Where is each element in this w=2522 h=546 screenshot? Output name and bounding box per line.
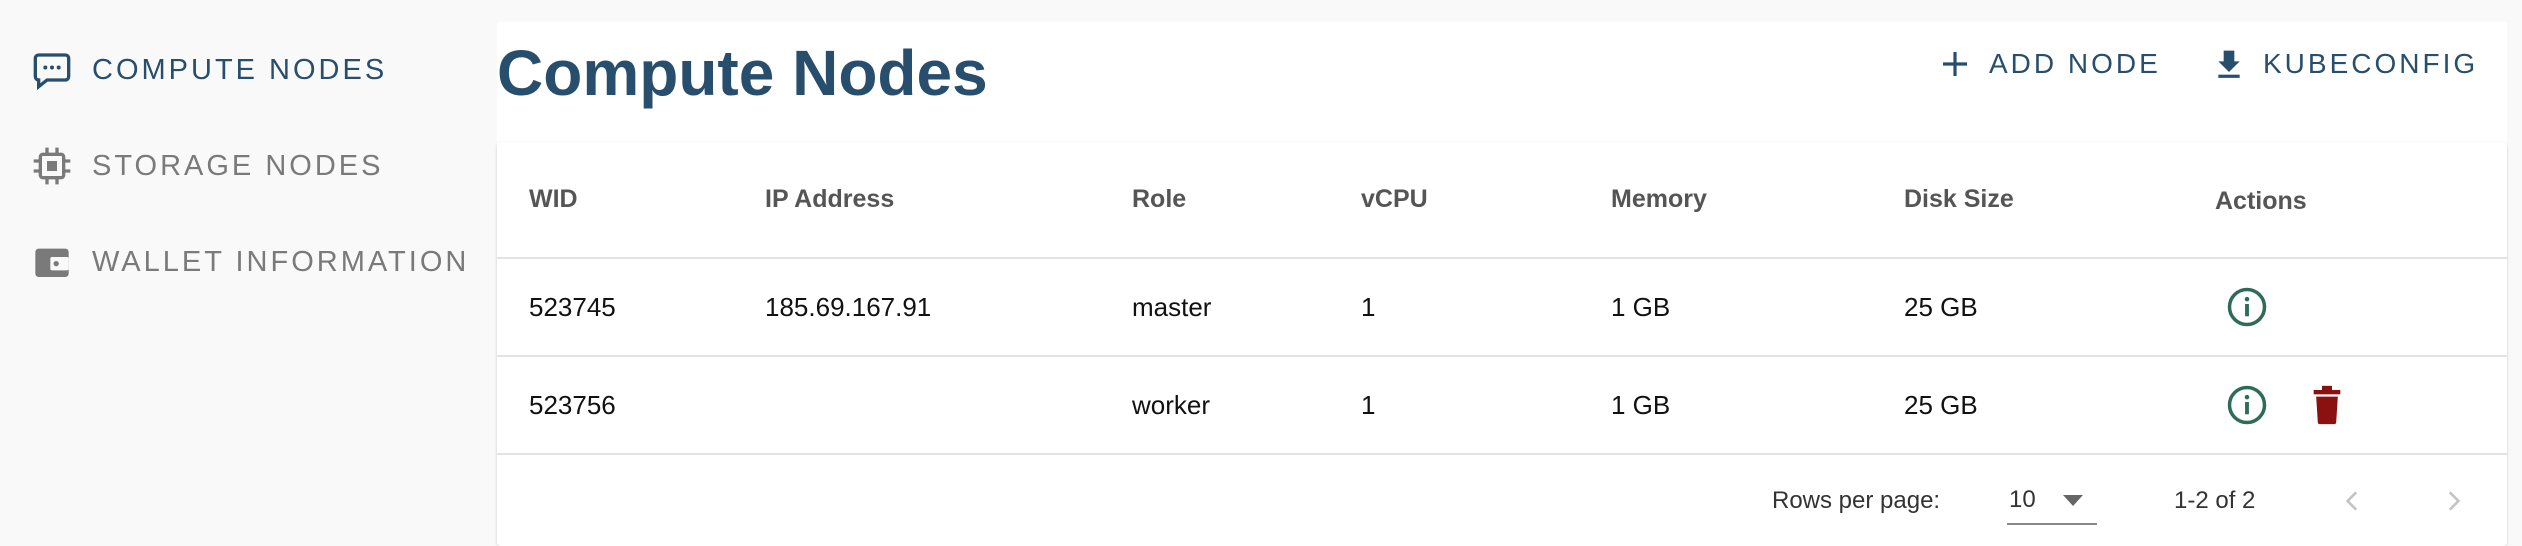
info-icon [2227, 287, 2267, 327]
rows-per-page-label: Rows per page: [1772, 486, 1941, 514]
chat-dots-icon [30, 48, 74, 92]
cell-role: worker [1132, 389, 1211, 420]
previous-page-button[interactable] [2329, 477, 2377, 525]
sidebar-item-storage-nodes[interactable]: STORAGE NODES [30, 136, 383, 196]
plus-icon [1935, 44, 1975, 84]
column-header-disk-size[interactable]: Disk Size [1904, 142, 2014, 257]
pagination: Rows per page: 10 1-2 of 2 [497, 455, 2507, 546]
sidebar-item-wallet-information[interactable]: WALLET INFORMATION [30, 232, 469, 292]
cell-role: master [1132, 291, 1212, 322]
cell-vcpu: 1 [1361, 291, 1376, 322]
download-icon [2209, 44, 2249, 84]
rows-per-page-select[interactable]: 10 [2007, 477, 2097, 525]
cell-wid: 523745 [529, 291, 616, 322]
chevron-right-icon [2448, 491, 2461, 511]
column-header-memory[interactable]: Memory [1611, 142, 1707, 257]
next-page-button[interactable] [2429, 477, 2477, 525]
wallet-icon [30, 240, 74, 284]
info-icon [2227, 385, 2267, 425]
sidebar-item-label: COMPUTE NODES [92, 53, 388, 86]
info-button[interactable] [2225, 285, 2269, 329]
cell-disk-size: 25 GB [1904, 291, 1978, 322]
rows-per-page-value: 10 [2009, 486, 2036, 513]
page-title: Compute Nodes [497, 37, 988, 109]
cell-ip-address: 185.69.167.91 [765, 291, 932, 322]
column-header-wid[interactable]: WID [529, 142, 578, 257]
table-row: 523745 185.69.167.91 master 1 1 GB 25 GB [497, 259, 2507, 357]
column-header-role[interactable]: Role [1132, 142, 1186, 257]
chip-icon [30, 144, 74, 188]
cell-actions [2225, 357, 2349, 453]
cell-memory: 1 GB [1611, 389, 1671, 420]
trash-icon [2313, 385, 2341, 425]
chevron-left-icon [2345, 491, 2358, 511]
column-header-actions: Actions [2215, 187, 2307, 215]
cell-disk-size: 25 GB [1904, 389, 1978, 420]
column-header-vcpu[interactable]: vCPU [1361, 142, 1428, 257]
table-header-row: WID IP Address Role vCPU Memory Disk Siz… [497, 142, 2507, 259]
table-row: 523756 worker 1 1 GB 25 GB [497, 357, 2507, 455]
delete-button[interactable] [2305, 383, 2349, 427]
pagination-range: 1-2 of 2 [2174, 486, 2256, 514]
dropdown-arrow-icon [2063, 495, 2083, 506]
kubeconfig-label: KUBECONFIG [2263, 48, 2479, 79]
add-node-label: ADD NODE [1989, 48, 2161, 79]
kubeconfig-button[interactable]: KUBECONFIG [2209, 34, 2478, 94]
cell-vcpu: 1 [1361, 389, 1376, 420]
main-panel: Compute Nodes ADD NODE KUBECONFIG WID IP… [497, 22, 2507, 546]
cell-memory: 1 GB [1611, 291, 1671, 322]
sidebar-item-label: WALLET INFORMATION [92, 245, 470, 278]
cell-wid: 523756 [529, 389, 616, 420]
cell-actions [2225, 259, 2269, 355]
column-header-ip-address[interactable]: IP Address [765, 142, 894, 257]
sidebar: COMPUTE NODES STORAGE NODES WALLET INFOR… [0, 0, 490, 546]
info-button[interactable] [2225, 383, 2269, 427]
sidebar-item-compute-nodes[interactable]: COMPUTE NODES [30, 40, 387, 100]
sidebar-item-label: STORAGE NODES [92, 149, 384, 182]
add-node-button[interactable]: ADD NODE [1935, 34, 2161, 94]
compute-nodes-table: WID IP Address Role vCPU Memory Disk Siz… [497, 142, 2507, 546]
